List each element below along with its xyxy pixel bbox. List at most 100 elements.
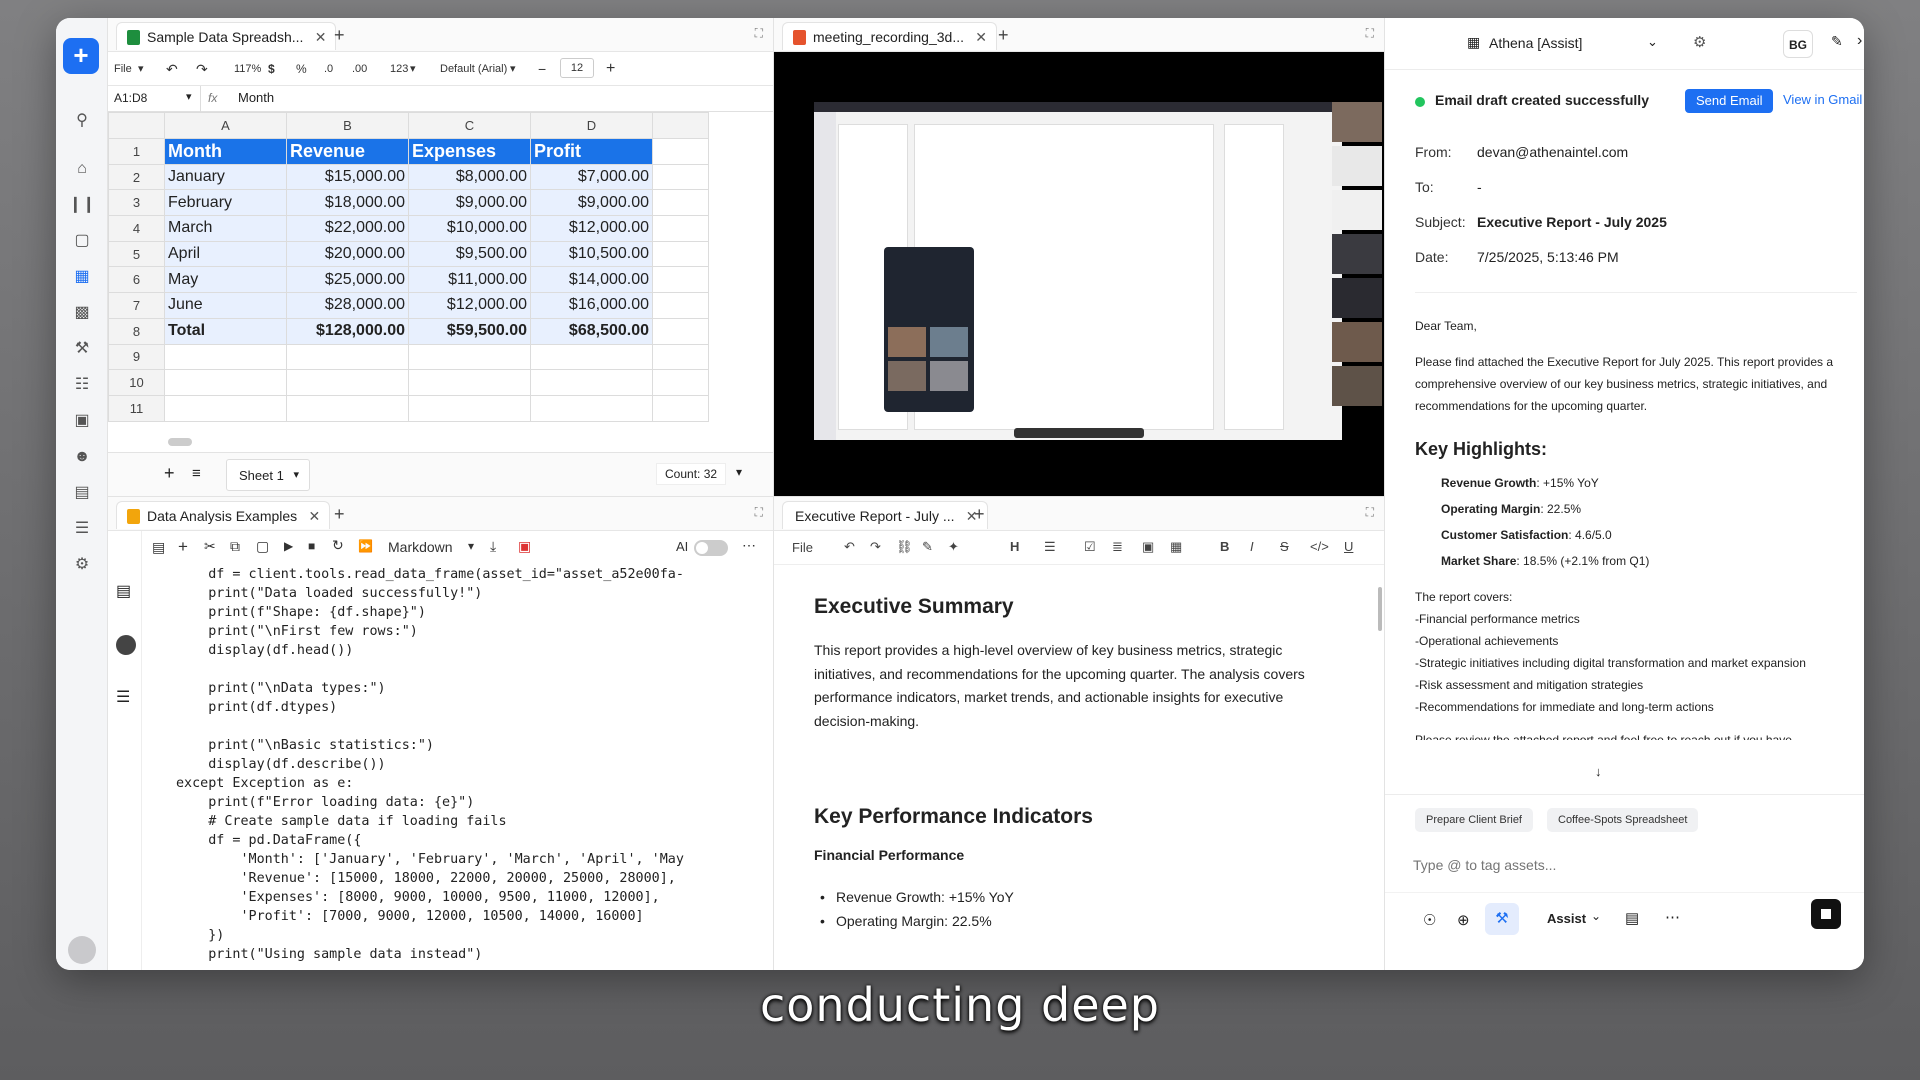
document-tab[interactable]: Executive Report - July ... ✕ <box>782 501 988 529</box>
row-header[interactable]: 1 <box>108 138 165 165</box>
chat-input[interactable] <box>1413 852 1833 878</box>
stop-button[interactable] <box>1811 899 1841 929</box>
column-header[interactable] <box>652 112 709 139</box>
row-header[interactable]: 9 <box>108 343 165 371</box>
column-header[interactable]: D <box>530 112 653 139</box>
cell[interactable]: $14,000.00 <box>530 266 653 294</box>
image-icon[interactable]: ▣ <box>1142 539 1154 555</box>
chevron-down-icon[interactable]: ⌄ <box>1647 34 1658 50</box>
search-icon[interactable]: ⚲ <box>68 108 96 134</box>
run-all-icon[interactable]: ⏩ <box>358 539 373 553</box>
cell[interactable]: $7,000.00 <box>530 163 653 191</box>
cell[interactable]: $12,000.00 <box>530 215 653 242</box>
table-icon[interactable]: ▦ <box>1170 539 1182 555</box>
cell[interactable] <box>652 317 709 345</box>
mode-select[interactable]: Assist <box>1547 911 1586 926</box>
cell-reference[interactable]: A1:D8 <box>114 91 147 105</box>
cell[interactable] <box>652 138 709 165</box>
cell[interactable]: $25,000.00 <box>286 266 409 294</box>
row-header[interactable]: 3 <box>108 189 165 217</box>
redo-icon[interactable]: ↷ <box>870 539 881 555</box>
add-tab-icon[interactable]: + <box>334 501 345 527</box>
video-player[interactable] <box>774 52 1384 496</box>
add-tab-icon[interactable]: + <box>334 22 345 48</box>
settings-gear-icon[interactable]: ⚙ <box>1693 33 1706 51</box>
more-options-icon[interactable]: ⋯ <box>1665 908 1680 926</box>
close-icon[interactable]: ✕ <box>308 502 320 530</box>
cell[interactable]: $15,000.00 <box>286 163 409 191</box>
cell[interactable] <box>408 369 531 396</box>
user-initials-badge[interactable]: BG <box>1783 30 1813 58</box>
cell[interactable]: April <box>164 240 287 268</box>
delete-icon[interactable]: ▣ <box>518 538 531 555</box>
column-header[interactable]: C <box>408 112 531 139</box>
cell[interactable] <box>164 343 287 371</box>
maximize-icon[interactable]: ⛶ <box>1366 505 1374 520</box>
chevron-right-icon[interactable]: › <box>1857 32 1862 50</box>
font-size-decrease-button[interactable]: − <box>538 60 546 78</box>
cell[interactable]: $10,500.00 <box>530 240 653 268</box>
cell[interactable] <box>652 343 709 371</box>
row-header[interactable]: 8 <box>108 317 165 345</box>
maximize-icon[interactable]: ⛶ <box>755 505 763 520</box>
selection-count[interactable]: Count: 32 <box>656 463 727 485</box>
inbox-icon[interactable]: ▢ <box>68 228 96 254</box>
italic-icon[interactable]: I <box>1250 539 1254 554</box>
file-menu[interactable]: File <box>792 540 813 555</box>
cell[interactable] <box>530 394 653 422</box>
cell[interactable] <box>652 266 709 294</box>
header-cell[interactable]: Month <box>164 138 287 165</box>
more-options-icon[interactable]: ⋯ <box>742 537 756 554</box>
cell[interactable] <box>530 369 653 396</box>
add-tab-icon[interactable]: + <box>998 22 1009 48</box>
cell[interactable]: $8,000.00 <box>408 163 531 191</box>
cell[interactable]: $9,000.00 <box>530 189 653 217</box>
decrease-decimal-button[interactable]: .0 <box>324 60 333 78</box>
new-plus-button[interactable]: + <box>63 38 99 74</box>
close-icon[interactable]: ✕ <box>975 23 987 51</box>
cell[interactable]: $20,000.00 <box>286 240 409 268</box>
cell[interactable] <box>652 189 709 217</box>
cell[interactable]: June <box>164 292 287 319</box>
settings-gear-icon[interactable]: ⚙ <box>68 552 96 578</box>
paste-icon[interactable]: ▢ <box>256 538 269 555</box>
font-size-input[interactable]: 12 <box>560 58 594 78</box>
code-icon[interactable]: </> <box>1310 539 1329 554</box>
cell[interactable]: Total <box>164 317 287 345</box>
cell[interactable]: $12,000.00 <box>408 292 531 319</box>
cell[interactable]: $9,000.00 <box>408 189 531 217</box>
book-icon[interactable]: ▤ <box>1625 909 1639 927</box>
tools-icon[interactable]: ⚒ <box>68 336 96 362</box>
suggestion-chip[interactable]: Coffee-Spots Spreadsheet <box>1547 808 1699 832</box>
list-icon[interactable]: ☰ <box>68 516 96 542</box>
column-header[interactable]: A <box>164 112 287 139</box>
file-menu[interactable]: File <box>114 60 132 78</box>
add-cell-icon[interactable]: + <box>178 537 188 557</box>
globe-icon[interactable]: ⊕ <box>1457 911 1470 929</box>
row-header[interactable]: 6 <box>108 266 165 294</box>
number-format-select[interactable]: 123 <box>390 60 408 78</box>
reports-icon[interactable]: ▣ <box>68 408 96 434</box>
cell[interactable] <box>164 394 287 422</box>
cell[interactable]: $18,000.00 <box>286 189 409 217</box>
cell[interactable] <box>652 369 709 396</box>
strikethrough-icon[interactable]: S <box>1280 539 1289 554</box>
kernel-stop-icon[interactable] <box>116 635 136 655</box>
cell[interactable] <box>652 394 709 422</box>
cell[interactable]: $11,000.00 <box>408 266 531 294</box>
row-header[interactable]: 5 <box>108 240 165 268</box>
cell[interactable]: February <box>164 189 287 217</box>
cell[interactable]: $68,500.00 <box>530 317 653 345</box>
send-email-button[interactable]: Send Email <box>1685 89 1774 113</box>
cell[interactable] <box>408 343 531 371</box>
cell[interactable]: $28,000.00 <box>286 292 409 319</box>
suggestion-chip[interactable]: Prepare Client Brief <box>1415 808 1533 832</box>
download-icon[interactable]: ⤓ <box>490 538 496 555</box>
bullet-list-icon[interactable]: ☰ <box>1044 539 1056 555</box>
horizontal-scrollbar[interactable] <box>168 438 192 446</box>
maximize-icon[interactable]: ⛶ <box>755 26 763 41</box>
document-body[interactable]: Executive Summary This report provides a… <box>814 595 1324 933</box>
workflows-icon[interactable]: ☷ <box>68 372 96 398</box>
redo-icon[interactable]: ↷ <box>196 60 208 78</box>
formula-input[interactable]: Month <box>238 90 274 105</box>
